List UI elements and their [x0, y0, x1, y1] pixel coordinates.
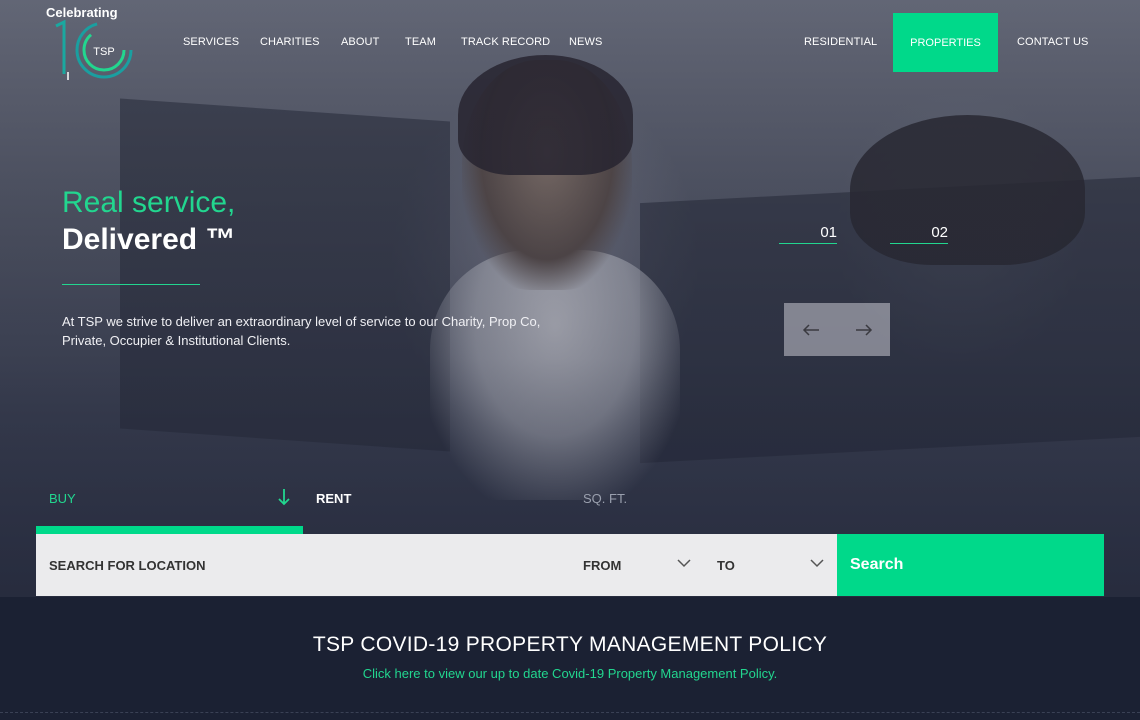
hero-overlay	[0, 0, 1140, 597]
hero-background	[0, 0, 1140, 597]
property-search-bar: SEARCH FOR LOCATION FROM TO Search	[36, 534, 1104, 596]
arrow-right-icon[interactable]	[837, 303, 890, 356]
hero-intro-text: At TSP we strive to deliver an extraordi…	[62, 314, 541, 348]
covid-policy-title: TSP COVID-19 PROPERTY MANAGEMENT POLICY	[312, 633, 828, 656]
nav-item-residential[interactable]: RESIDENTIAL	[804, 36, 877, 48]
footer-divider	[0, 712, 1140, 713]
nav-item-team[interactable]: TEAM	[405, 36, 436, 48]
tab-rent[interactable]: RENT	[316, 491, 351, 506]
tsp-10-logo-icon: TSP	[55, 19, 133, 80]
search-button[interactable]: Search	[837, 534, 1104, 596]
from-select[interactable]: FROM	[583, 558, 621, 573]
chevron-down-icon[interactable]	[677, 556, 691, 570]
nav-item-track-record[interactable]: TRACK RECORD	[461, 36, 550, 48]
nav-item-contact-us[interactable]: CONTACT US	[1017, 36, 1089, 48]
nav-item-charities[interactable]: CHARITIES	[260, 36, 320, 48]
arrow-left-icon[interactable]	[784, 303, 837, 356]
site-logo[interactable]: Celebrating TSP	[46, 4, 136, 84]
slider-arrows	[784, 303, 890, 356]
headline-divider	[62, 284, 200, 285]
tab-sq-ft[interactable]: SQ. FT.	[583, 491, 627, 506]
nav-item-news[interactable]: NEWS	[569, 36, 602, 48]
hero-headline-line2: Delivered ™	[62, 223, 236, 256]
covid-policy-banner: TSP COVID-19 PROPERTY MANAGEMENT POLICY …	[0, 597, 1140, 720]
location-search-input[interactable]: SEARCH FOR LOCATION	[49, 558, 205, 573]
tab-buy[interactable]: BUY	[49, 491, 76, 506]
to-select[interactable]: TO	[717, 558, 735, 573]
nav-item-properties[interactable]: PROPERTIES	[893, 13, 998, 72]
nav-item-about[interactable]: ABOUT	[341, 36, 379, 48]
active-tab-indicator	[36, 526, 303, 534]
hero-headline-line1: Real service,	[62, 186, 236, 219]
chevron-down-icon[interactable]	[810, 556, 824, 570]
arrow-down-icon	[277, 488, 291, 511]
covid-policy-link[interactable]: Click here to view our up to date Covid-…	[0, 666, 1140, 681]
slide-indicator-2[interactable]: 02	[890, 224, 948, 244]
logo-ring-text: TSP	[93, 46, 114, 58]
nav-item-services[interactable]: SERVICES	[183, 36, 239, 48]
slide-indicator-1[interactable]: 01	[779, 224, 837, 244]
